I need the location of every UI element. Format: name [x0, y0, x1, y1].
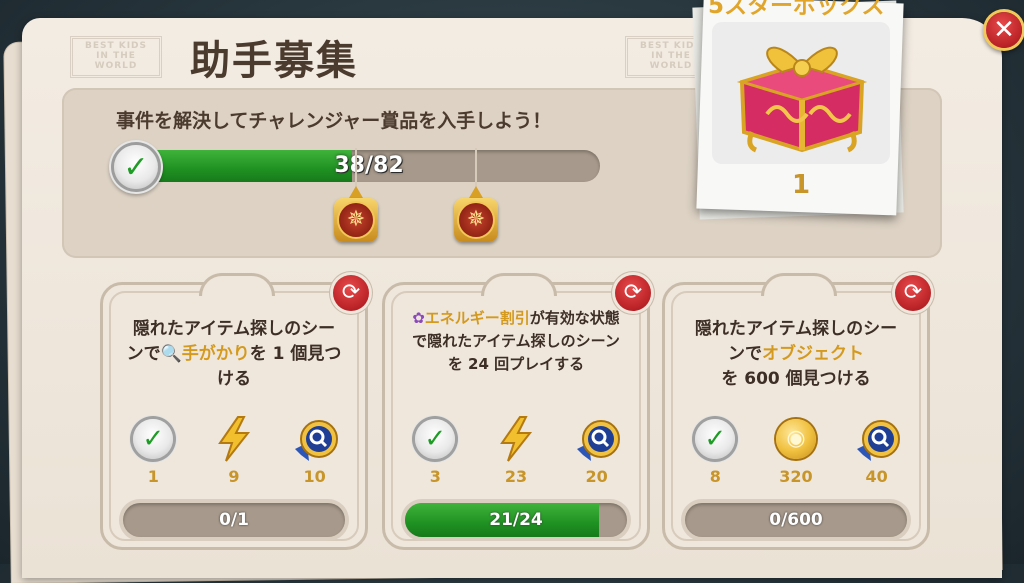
reward-value: 40	[865, 467, 888, 486]
reward-value: 10	[303, 467, 326, 486]
energy-discount-icon: ✿	[412, 309, 425, 327]
main-progress-label: 38/82	[334, 153, 404, 178]
challenge-card-2: ⟳ ✿エネルギー割引が有効な状態で隠れたアイテム探しのシーンを 24 回プレイす…	[382, 273, 651, 550]
milestone-pointer-1	[349, 186, 363, 198]
reward-item: ◉ 320	[766, 413, 826, 486]
compass-icon: ✵	[339, 203, 373, 237]
close-icon: ✕	[993, 15, 1015, 45]
challenge-description: 隠れたアイテム探しのシーンで🔍手がかりを 1 個見つける	[125, 317, 343, 392]
reward-value: 1	[147, 467, 159, 486]
milestone-reward-2[interactable]: ✵	[454, 198, 498, 242]
desc-highlight: エネルギー割引	[424, 309, 530, 327]
card-ornament	[761, 273, 837, 296]
milestone-line-2	[475, 148, 477, 188]
magnifier-medal-icon	[294, 420, 338, 461]
magnifier-medal-icon	[856, 420, 900, 461]
gift-box-icon	[736, 46, 868, 153]
card-ornament	[199, 273, 275, 296]
page-title: 助手募集	[190, 38, 358, 84]
check-badge-icon: ✓	[695, 419, 736, 459]
milestone-pointer-2	[469, 186, 483, 198]
challenge-description: ✿エネルギー割引が有効な状態で隠れたアイテム探しのシーンを 24 回プレイする	[407, 307, 625, 376]
reward-value: 20	[585, 467, 608, 486]
progress-subtitle: 事件を解決してチャレンジャー賞品を入手しよう！	[116, 110, 552, 132]
challenge-progress-bar: 21/24	[405, 503, 627, 537]
lightning-icon	[500, 416, 533, 462]
coin-icon: ◉	[775, 419, 816, 459]
reward-list: ✓ 8 ◉ 320 40	[675, 413, 917, 486]
compass-icon: ✵	[459, 203, 493, 237]
refresh-button[interactable]: ⟳	[333, 275, 369, 311]
refresh-button[interactable]: ⟳	[615, 275, 651, 311]
refresh-icon: ⟳	[623, 280, 643, 305]
challenge-progress-label: 0/600	[769, 510, 823, 530]
refresh-icon: ⟳	[903, 280, 923, 305]
check-badge-icon: ✓	[133, 419, 174, 459]
desc-highlight: 手がかり	[181, 344, 250, 364]
reward-value: 320	[779, 467, 813, 486]
reward-value: 3	[429, 467, 441, 486]
challenge-progress-label: 0/1	[219, 510, 249, 530]
reward-list: ✓ 1 9 10	[113, 413, 355, 486]
lightning-icon	[218, 416, 251, 462]
reward-image	[712, 22, 890, 164]
reward-value: 23	[504, 467, 528, 486]
stamp-left-line1: BEST KIDS	[84, 41, 148, 51]
milestone-line-1	[355, 148, 357, 188]
reward-item: 9	[204, 413, 264, 486]
reward-title: 5スターボックス	[708, 0, 885, 19]
reward-value: 8	[709, 467, 721, 486]
refresh-button[interactable]: ⟳	[895, 275, 931, 311]
challenge-progress-label: 21/24	[489, 510, 543, 530]
stamp-left: BEST KIDS IN THE WORLD	[70, 36, 162, 78]
challenge-card-3: ⟳ 隠れたアイテム探しのシーンでオブジェクトを 600 個見つける ✓ 8 ◉ …	[662, 273, 931, 550]
challenge-card-1: ⟳ 隠れたアイテム探しのシーンで🔍手がかりを 1 個見つける ✓ 1 9 10 …	[100, 273, 369, 550]
magnifier-medal-icon	[576, 420, 620, 461]
reward-item: 23	[486, 413, 546, 486]
card-ornament	[481, 273, 557, 296]
stamp-left-line2: IN THE WORLD	[94, 51, 138, 71]
reward-list: ✓ 3 23 20	[395, 413, 637, 486]
reward-item: 20	[567, 413, 627, 486]
challenge-description: 隠れたアイテム探しのシーンでオブジェクトを 600 個見つける	[687, 317, 905, 392]
check-badge-icon: ✓	[415, 419, 456, 459]
magnifier-clue-icon: 🔍	[160, 344, 182, 364]
reward-value: 9	[228, 467, 240, 486]
reward-item: 40	[847, 413, 907, 486]
challenge-progress-bar: 0/1	[123, 503, 345, 537]
milestone-reward-1[interactable]: ✵	[334, 198, 378, 242]
reward-count: 1	[791, 170, 811, 200]
reward-item: ✓ 3	[405, 413, 465, 486]
desc-highlight: オブジェクト	[762, 344, 864, 364]
check-badge-icon: ✓	[114, 145, 158, 189]
main-progress-bar: 38/82	[138, 150, 600, 182]
refresh-icon: ⟳	[341, 280, 361, 305]
reward-item: ✓ 8	[685, 413, 745, 486]
desc-text: を 600 個見つける	[721, 369, 871, 389]
challenge-progress-bar: 0/600	[685, 503, 907, 537]
close-button[interactable]: ✕	[986, 12, 1022, 48]
reward-item: ✓ 1	[123, 413, 183, 486]
reward-item: 10	[285, 413, 345, 486]
